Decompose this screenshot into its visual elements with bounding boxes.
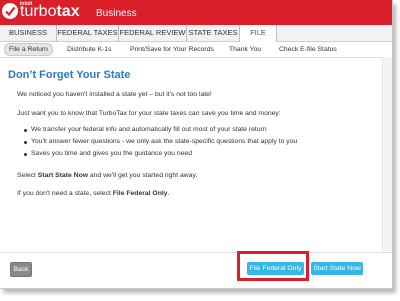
federal-only-instruction: If you don't need a state, select File F… [17, 190, 169, 197]
tab-business-info[interactable]: BUSINESS INFO [0, 25, 57, 53]
subtab-print-save[interactable]: Print/Save for Your Records [130, 44, 214, 55]
benefit-bullet: We transfer your federal info and automa… [31, 126, 267, 133]
brand-prefix: turbo [20, 3, 57, 20]
footer-divider [0, 252, 392, 253]
main-tab-bar: BUSINESS INFO FEDERAL TAXES FEDERAL REVI… [0, 25, 392, 53]
benefit-bullet: You'll answer fewer questions - we only … [31, 138, 298, 145]
start-state-emphasis: Start State Now [37, 172, 89, 179]
start-state-instruction: Select Start State Now and we'll get you… [17, 172, 197, 179]
federal-only-emphasis: File Federal Only [112, 190, 168, 197]
subtab-thank-you[interactable]: Thank You [229, 44, 261, 55]
benefit-bullet: Saves you time and gives you the guidanc… [31, 150, 192, 157]
bullet-dot [24, 141, 27, 144]
instruction-text: If you don't need a state, select [17, 190, 113, 197]
subtab-distribute-k1s[interactable]: Distribute K-1s [67, 44, 112, 55]
tab-state-taxes[interactable]: STATE TAXES [187, 25, 240, 41]
edition-label: Business [96, 8, 137, 19]
subtab-check-efile-status[interactable]: Check E-file Status [279, 44, 337, 55]
page-title: Don’t Forget Your State [8, 69, 131, 81]
sub-tab-bar: File a Return Distribute K-1s Print/Save… [0, 42, 392, 58]
start-state-now-button[interactable]: Start State Now [311, 262, 363, 275]
turbotax-window: intuit turbotax Business BUSINESS INFO F… [0, 0, 393, 289]
instruction-text: Select [17, 172, 38, 179]
brand-suffix: tax [56, 3, 80, 20]
subtab-file-a-return[interactable]: File a Return [4, 43, 53, 56]
turbotax-logo-check-icon [2, 3, 18, 19]
lead-text: Just want you to know that TurboTax for … [17, 110, 281, 117]
instruction-text: . [167, 190, 170, 197]
tab-federal-review[interactable]: FEDERAL REVIEW [119, 25, 187, 41]
app-header: intuit turbotax Business [0, 0, 392, 25]
turbotax-logo: turbotax [20, 3, 80, 21]
tab-federal-taxes[interactable]: FEDERAL TAXES [57, 25, 119, 41]
content-scrollbar[interactable] [382, 57, 392, 251]
highlight-box [237, 251, 309, 281]
bullet-dot [24, 153, 27, 156]
back-button[interactable]: Back [10, 262, 32, 277]
tab-file[interactable]: FILE [239, 25, 277, 42]
intro-text: We noticed you haven't installed a state… [17, 91, 212, 98]
instruction-text: and we'll get you started right away. [88, 172, 198, 179]
bullet-dot [24, 129, 27, 132]
